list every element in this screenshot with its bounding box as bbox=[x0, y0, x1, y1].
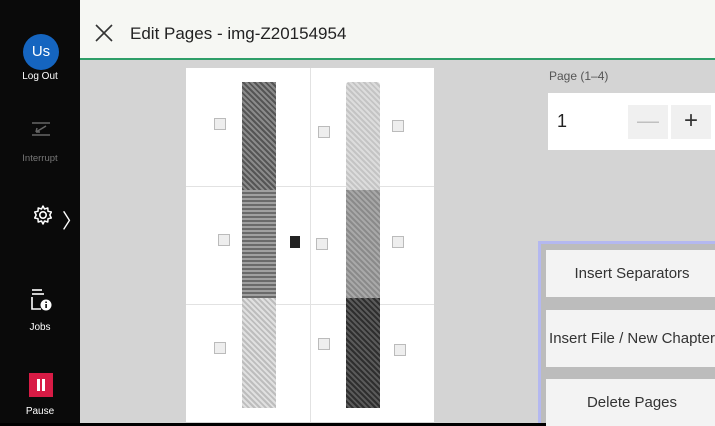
scan-detail bbox=[214, 118, 226, 130]
scan-detail bbox=[394, 344, 406, 356]
jobs-label: Jobs bbox=[29, 322, 51, 333]
avatar[interactable]: Us bbox=[23, 34, 59, 70]
scan-detail bbox=[290, 236, 300, 248]
scan-strip-left bbox=[242, 298, 276, 408]
scan-detail bbox=[218, 234, 230, 246]
scan-strip-right bbox=[346, 298, 380, 408]
scan-strip-right bbox=[346, 82, 380, 190]
page-number-value[interactable]: 1 bbox=[557, 111, 567, 132]
scan-strip-left bbox=[242, 190, 276, 298]
insert-separators-button[interactable]: Insert Separators bbox=[546, 250, 715, 297]
page-title: Edit Pages - img-Z20154954 bbox=[130, 24, 347, 43]
insert-file-new-chapter-button[interactable]: Insert File / New Chapter bbox=[546, 310, 715, 367]
scan-detail bbox=[392, 236, 404, 248]
chevron-right-icon: 〉 bbox=[62, 211, 82, 233]
main-area: Page (1–4) 1 — + Insert Separators Inser… bbox=[80, 60, 715, 426]
delete-pages-button[interactable]: Delete Pages bbox=[546, 379, 715, 426]
sidebar: Us Log Out Interrupt 〉 Jobs Pause bbox=[0, 0, 82, 423]
page-range-label: Page (1–4) bbox=[549, 69, 609, 83]
page-preview[interactable] bbox=[186, 68, 434, 422]
scan-detail bbox=[316, 238, 328, 250]
scan-detail bbox=[214, 342, 226, 354]
page-stepper: 1 — + bbox=[548, 93, 715, 150]
scan-strip-right bbox=[346, 190, 380, 298]
header-bar: Edit Pages - img-Z20154954 bbox=[80, 0, 715, 60]
close-icon[interactable] bbox=[95, 24, 113, 42]
jobs-icon[interactable] bbox=[29, 287, 53, 313]
settings-button[interactable]: 〉 bbox=[24, 202, 82, 233]
decrement-button[interactable]: — bbox=[628, 105, 668, 139]
scan-detail bbox=[392, 120, 404, 132]
pause-button[interactable] bbox=[29, 373, 53, 397]
interrupt-icon[interactable] bbox=[30, 118, 52, 140]
interrupt-label: Interrupt bbox=[22, 153, 58, 164]
gear-icon bbox=[33, 205, 53, 225]
increment-button[interactable]: + bbox=[671, 105, 711, 139]
pause-label: Pause bbox=[25, 406, 55, 417]
log-out-label[interactable]: Log Out bbox=[0, 71, 80, 82]
scan-strip-left bbox=[242, 82, 276, 190]
actions-panel: Insert Separators Insert File / New Chap… bbox=[538, 241, 715, 426]
scan-detail bbox=[318, 126, 330, 138]
scan-detail bbox=[318, 338, 330, 350]
